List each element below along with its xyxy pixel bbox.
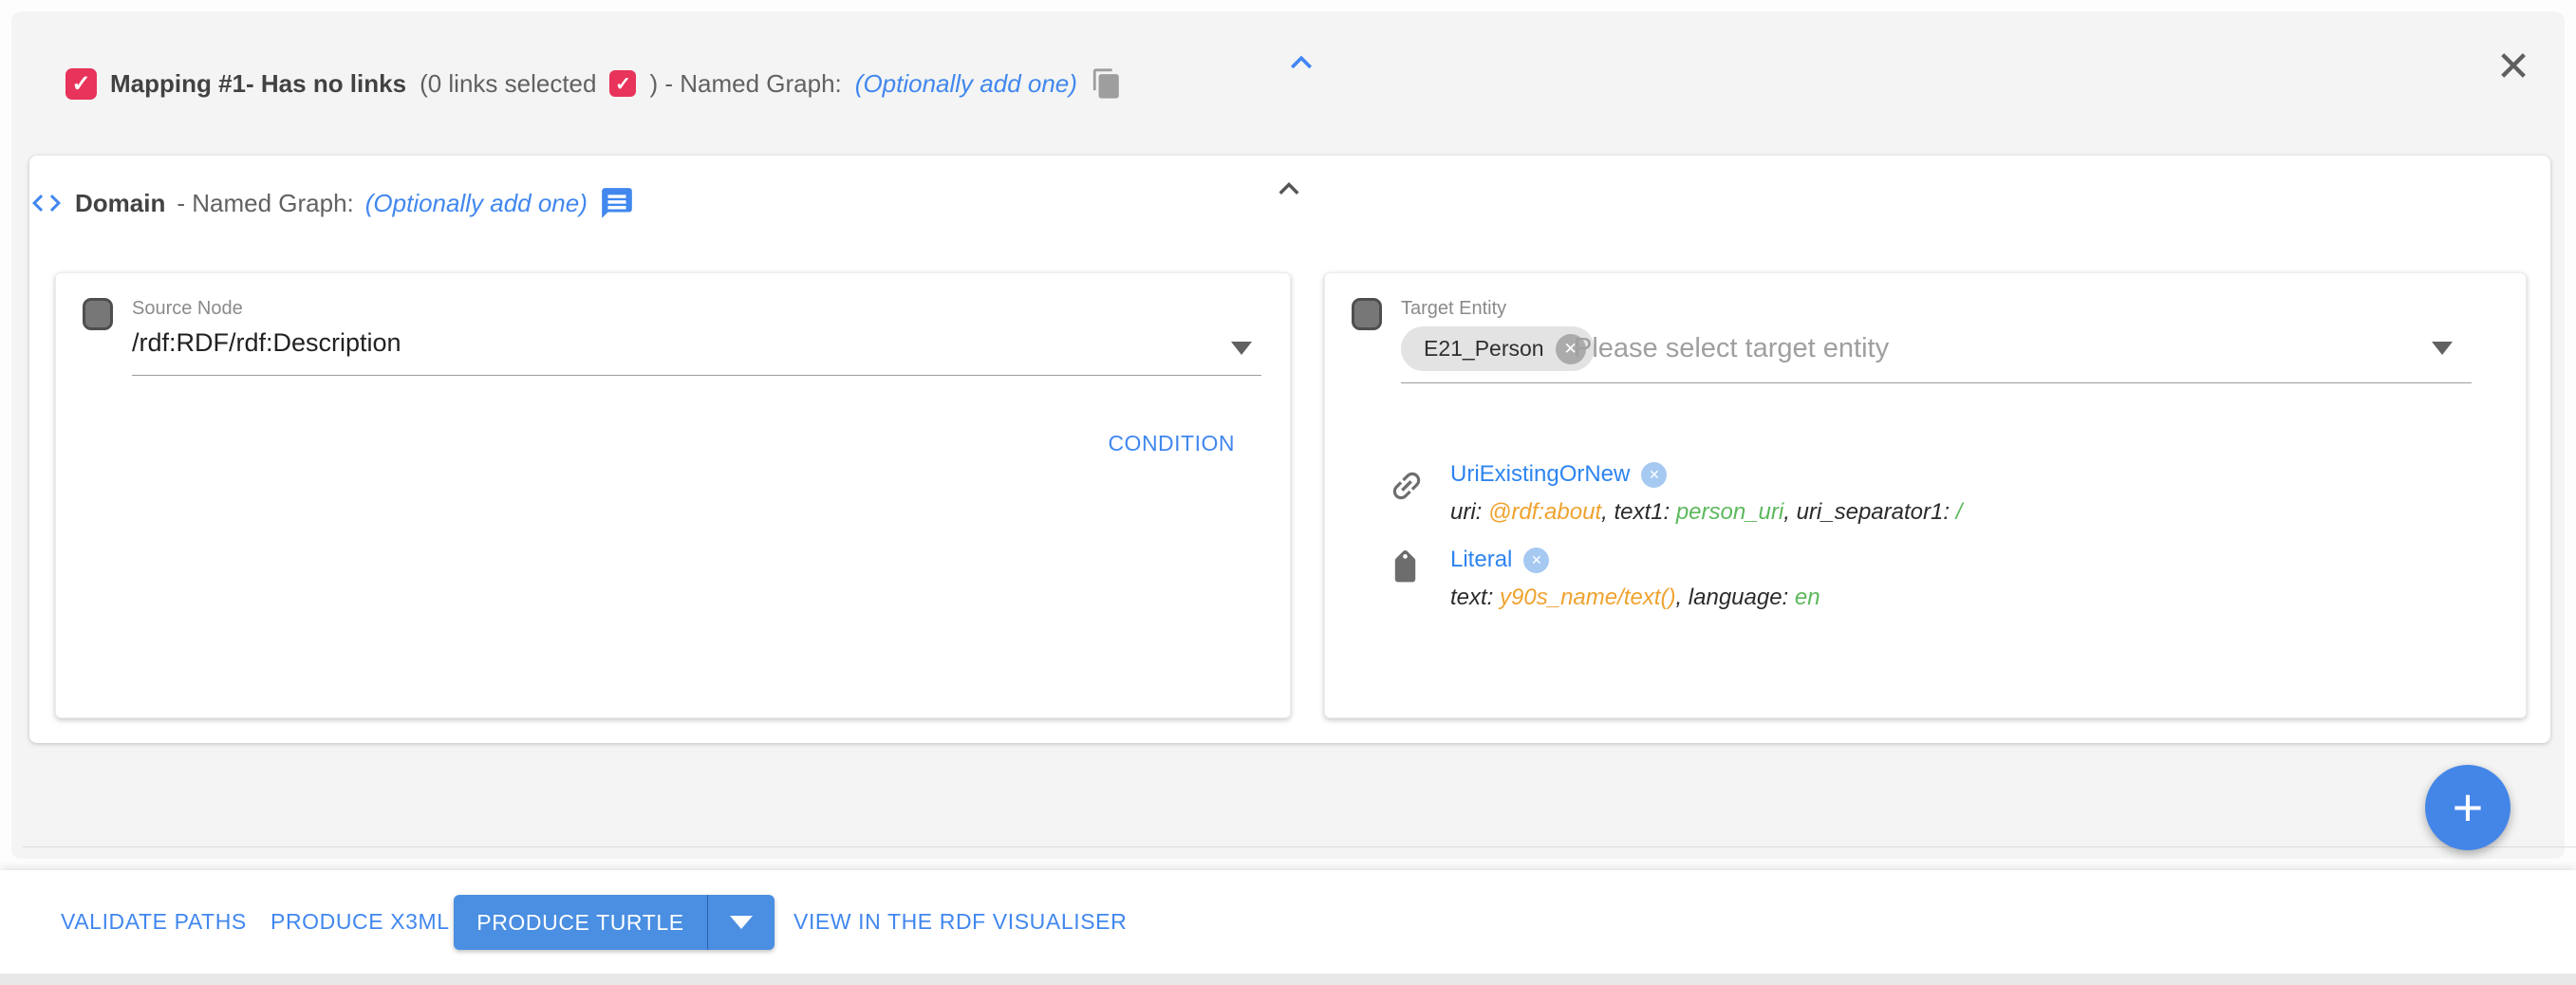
generator-content: Literal ✕ text: y90s_name/text(), langua… xyxy=(1450,545,1820,611)
source-node-select[interactable]: /rdf:RDF/rdf:Description xyxy=(132,328,401,358)
generator-list: UriExistingOrNew ✕ uri: @rdf:about, text… xyxy=(1388,459,1962,630)
named-graph-add-link[interactable]: (Optionally add one) xyxy=(855,69,1077,99)
domain-header: Domain - Named Graph: (Optionally add on… xyxy=(29,182,635,224)
produce-turtle-dropdown[interactable] xyxy=(708,916,775,929)
param-key: uri: xyxy=(1450,499,1488,525)
domain-named-graph-add-link[interactable]: (Optionally add one) xyxy=(365,189,588,218)
target-entity-label: Target Entity xyxy=(1401,298,1506,320)
generator-row: UriExistingOrNew ✕ uri: @rdf:about, text… xyxy=(1388,459,1962,526)
domain-title: Domain xyxy=(75,189,165,218)
validate-paths-button[interactable]: VALIDATE PATHS xyxy=(61,870,247,974)
named-graph-label: ) - Named Graph: xyxy=(649,69,841,99)
param-key: , language: xyxy=(1675,585,1794,610)
produce-turtle-button[interactable]: PRODUCE TURTLE xyxy=(454,895,775,950)
source-underline xyxy=(132,375,1261,376)
target-underline xyxy=(1401,382,2472,383)
comment-icon[interactable] xyxy=(599,185,635,221)
source-node-card: Source Node /rdf:RDF/rdf:Description CON… xyxy=(55,272,1291,718)
param-value: @rdf:about xyxy=(1488,499,1601,525)
dropdown-arrow-icon[interactable] xyxy=(2432,342,2453,355)
param-value: en xyxy=(1795,585,1820,610)
param-value: y90s_name/text() xyxy=(1500,585,1675,610)
param-key: , text1: xyxy=(1601,499,1676,525)
generator-row: Literal ✕ text: y90s_name/text(), langua… xyxy=(1388,545,1962,611)
mapping-title: Mapping #1- Has no links xyxy=(110,69,406,99)
add-mapping-fab[interactable]: + xyxy=(2425,765,2511,850)
links-selected-text: (0 links selected xyxy=(420,69,596,99)
panel-divider xyxy=(23,846,2576,847)
param-value: / xyxy=(1956,499,1963,525)
copy-icon[interactable] xyxy=(1091,67,1123,100)
mapping-checkbox[interactable]: ✓ xyxy=(65,68,97,100)
param-key: , uri_separator1: xyxy=(1783,499,1955,525)
generator-name-link[interactable]: UriExistingOrNew xyxy=(1450,461,1630,488)
generator-params: text: y90s_name/text(), language: en xyxy=(1450,585,1820,611)
footer-toolbar: VALIDATE PATHS PRODUCE X3ML PRODUCE TURT… xyxy=(0,870,2576,974)
caret-down-icon xyxy=(730,916,753,929)
page-bottom-strip xyxy=(0,974,2576,985)
chip-label: E21_Person xyxy=(1424,336,1544,362)
links-checkbox[interactable]: ✓ xyxy=(609,70,636,97)
target-entity-chip: E21_Person ✕ xyxy=(1401,326,1595,371)
domain-chevron-up-icon[interactable] xyxy=(1269,169,1309,209)
mapping-header: ✓ Mapping #1- Has no links (0 links sele… xyxy=(65,65,1123,102)
generator-remove-icon[interactable]: ✕ xyxy=(1641,462,1667,488)
code-icon xyxy=(29,186,64,220)
param-value: person_uri xyxy=(1676,499,1783,525)
drag-handle-icon[interactable] xyxy=(1352,298,1382,330)
source-node-label: Source Node xyxy=(132,298,243,320)
param-key: text: xyxy=(1450,585,1500,610)
generator-remove-icon[interactable]: ✕ xyxy=(1523,548,1549,573)
link-icon xyxy=(1388,459,1450,505)
view-rdf-visualiser-button[interactable]: VIEW IN THE RDF VISUALISER xyxy=(793,870,1127,974)
condition-button[interactable]: CONDITION xyxy=(1108,431,1235,456)
target-entity-input[interactable] xyxy=(1574,325,2409,372)
target-entity-card: Target Entity E21_Person ✕ UriExistingOr… xyxy=(1324,272,2527,718)
produce-x3ml-button[interactable]: PRODUCE X3ML xyxy=(271,870,450,974)
plus-icon: + xyxy=(2453,781,2484,834)
drag-handle-icon[interactable] xyxy=(83,298,113,330)
domain-named-graph-label: - Named Graph: xyxy=(177,189,353,218)
mapping-screen: ✓ Mapping #1- Has no links (0 links sele… xyxy=(0,0,2576,985)
generator-name-link[interactable]: Literal xyxy=(1450,547,1512,573)
chevron-up-icon[interactable] xyxy=(1280,42,1322,84)
generator-content: UriExistingOrNew ✕ uri: @rdf:about, text… xyxy=(1450,459,1962,526)
produce-turtle-label: PRODUCE TURTLE xyxy=(454,910,707,936)
dropdown-arrow-icon[interactable] xyxy=(1231,342,1252,355)
close-icon[interactable]: ✕ xyxy=(2491,44,2536,89)
check-icon: ✓ xyxy=(71,70,90,98)
generator-params: uri: @rdf:about, text1: person_uri, uri_… xyxy=(1450,499,1962,526)
check-icon: ✓ xyxy=(615,72,631,96)
tag-icon xyxy=(1388,545,1450,587)
